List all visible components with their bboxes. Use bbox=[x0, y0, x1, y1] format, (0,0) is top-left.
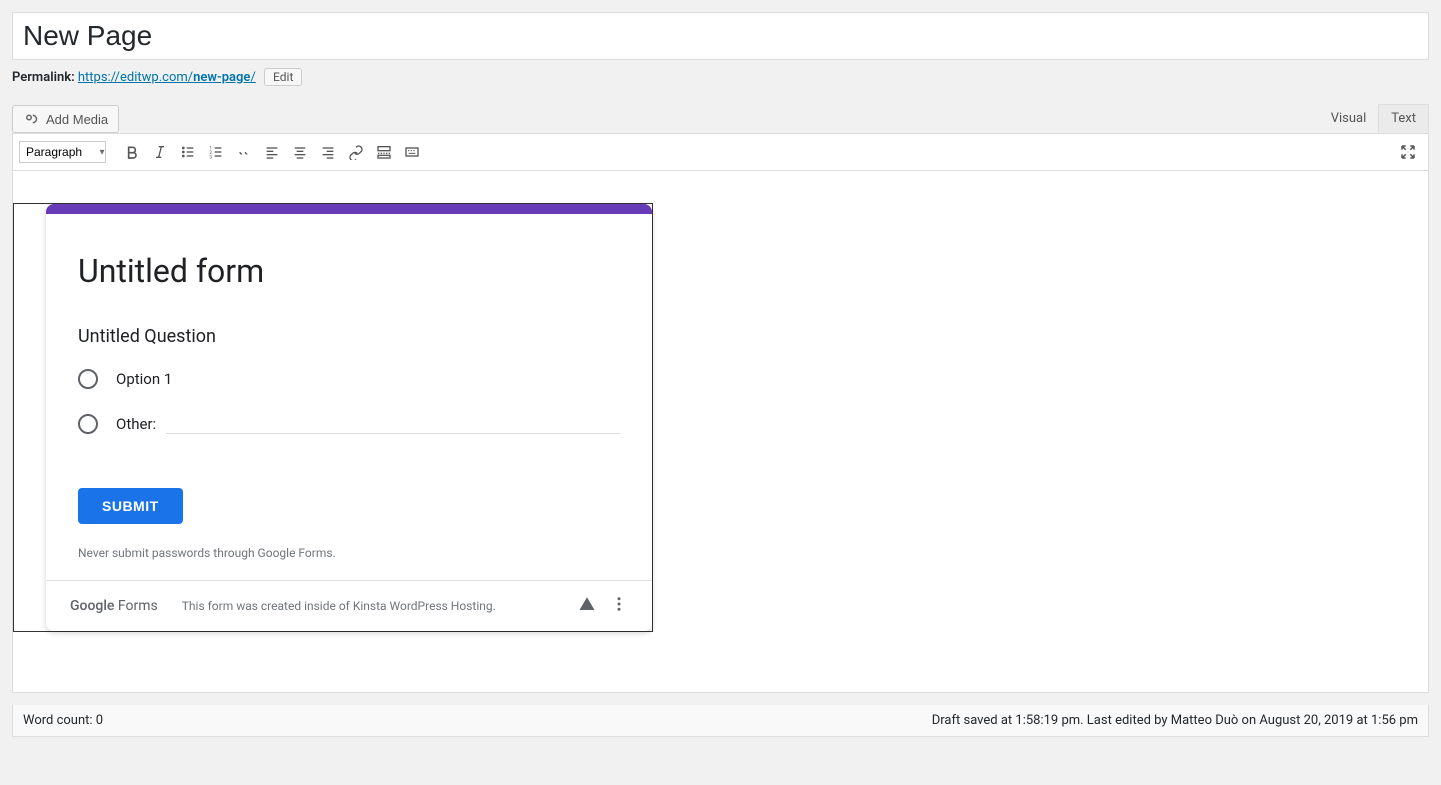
quote-icon bbox=[236, 144, 252, 160]
align-center-button[interactable] bbox=[286, 138, 314, 166]
align-left-icon bbox=[264, 144, 280, 160]
form-option-1[interactable]: Option 1 bbox=[78, 369, 620, 389]
fullscreen-icon bbox=[1399, 143, 1417, 161]
submit-button[interactable]: SUBMIT bbox=[78, 488, 183, 524]
more-vertical-icon bbox=[610, 595, 628, 613]
form-footer-note: This form was created inside of Kinsta W… bbox=[182, 599, 564, 613]
add-media-label: Add Media bbox=[46, 112, 108, 127]
bold-button[interactable] bbox=[118, 138, 146, 166]
radio-icon bbox=[78, 414, 98, 434]
bullet-list-icon bbox=[180, 144, 196, 160]
align-center-icon bbox=[292, 144, 308, 160]
editor-body[interactable]: Untitled form Untitled Question Option 1… bbox=[13, 171, 1428, 692]
svg-text:3: 3 bbox=[209, 155, 212, 160]
align-right-icon bbox=[320, 144, 336, 160]
permalink-link[interactable]: https://editwp.com/new-page/ bbox=[78, 70, 256, 85]
keyboard-icon bbox=[404, 144, 420, 160]
link-button[interactable] bbox=[342, 138, 370, 166]
word-count: Word count: 0 bbox=[23, 713, 103, 728]
warning-icon bbox=[578, 595, 596, 613]
italic-button[interactable] bbox=[146, 138, 174, 166]
format-select[interactable]: Paragraph bbox=[19, 141, 106, 163]
report-abuse-button[interactable] bbox=[578, 595, 596, 617]
more-menu-button[interactable] bbox=[610, 595, 628, 617]
add-media-button[interactable]: Add Media bbox=[12, 105, 119, 133]
logo-forms: Forms bbox=[114, 598, 157, 614]
logo-google: Google bbox=[70, 598, 114, 614]
google-forms-logo[interactable]: Google Forms bbox=[70, 598, 158, 614]
bold-icon bbox=[124, 144, 140, 160]
last-edited: Draft saved at 1:58:19 pm. Last edited b… bbox=[932, 713, 1418, 728]
permalink-row: Permalink: https://editwp.com/new-page/ … bbox=[12, 68, 1429, 86]
form-embed-container: Untitled form Untitled Question Option 1… bbox=[13, 203, 653, 632]
other-input[interactable] bbox=[166, 413, 620, 434]
bullet-list-button[interactable] bbox=[174, 138, 202, 166]
toolbar-toggle-button[interactable] bbox=[398, 138, 426, 166]
edit-permalink-button[interactable]: Edit bbox=[264, 68, 302, 86]
align-right-button[interactable] bbox=[314, 138, 342, 166]
form-title: Untitled form bbox=[78, 252, 620, 290]
form-footer: Google Forms This form was created insid… bbox=[46, 580, 652, 631]
read-more-icon bbox=[376, 144, 392, 160]
numbered-list-button[interactable]: 123 bbox=[202, 138, 230, 166]
italic-icon bbox=[152, 144, 168, 160]
option-label: Other: bbox=[116, 415, 156, 433]
media-icon bbox=[23, 110, 41, 128]
fullscreen-button[interactable] bbox=[1394, 138, 1422, 166]
form-question: Untitled Question bbox=[78, 326, 620, 347]
permalink-base: https://editwp.com/ bbox=[78, 70, 193, 85]
status-bar: Word count: 0 Draft saved at 1:58:19 pm.… bbox=[12, 705, 1429, 737]
form-warning: Never submit passwords through Google Fo… bbox=[78, 546, 620, 560]
permalink-suffix: / bbox=[250, 70, 255, 85]
form-option-other[interactable]: Other: bbox=[78, 413, 620, 434]
radio-icon bbox=[78, 369, 98, 389]
editor-wrap: Paragraph 123 Untitled form bbox=[12, 133, 1429, 693]
toolbar: Paragraph 123 bbox=[13, 134, 1428, 171]
blockquote-button[interactable] bbox=[230, 138, 258, 166]
title-input[interactable] bbox=[21, 16, 1420, 56]
numbered-list-icon: 123 bbox=[208, 144, 224, 160]
title-container bbox=[12, 12, 1429, 60]
read-more-button[interactable] bbox=[370, 138, 398, 166]
form-accent-bar bbox=[46, 204, 652, 214]
format-select-wrap: Paragraph bbox=[19, 141, 112, 163]
align-left-button[interactable] bbox=[258, 138, 286, 166]
google-form-card: Untitled form Untitled Question Option 1… bbox=[46, 204, 652, 631]
editor-tabs: Visual Text bbox=[1319, 104, 1429, 133]
permalink-slug: new-page bbox=[193, 70, 250, 85]
tab-text[interactable]: Text bbox=[1378, 104, 1429, 133]
permalink-label: Permalink: bbox=[12, 70, 75, 85]
tab-visual[interactable]: Visual bbox=[1318, 104, 1380, 133]
link-icon bbox=[348, 144, 364, 160]
option-label: Option 1 bbox=[116, 370, 172, 388]
